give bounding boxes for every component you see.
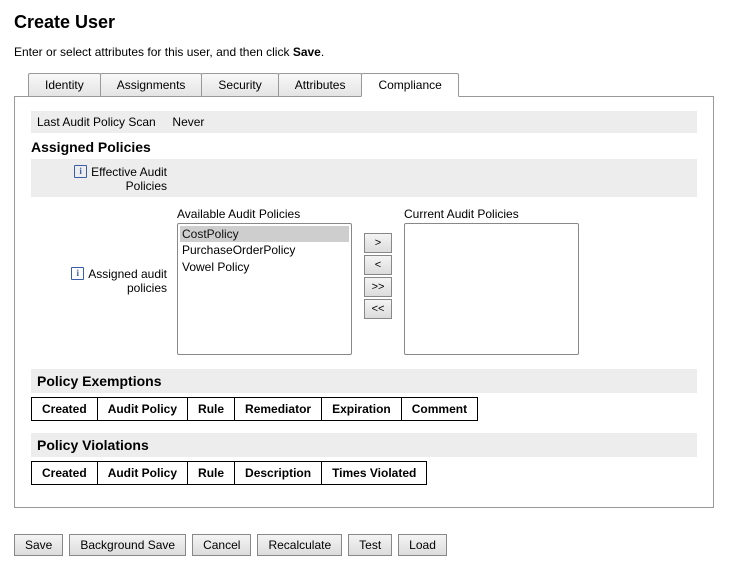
list-item[interactable]: Vowel Policy <box>180 259 349 275</box>
violations-table: CreatedAudit PolicyRuleDescriptionTimes … <box>31 461 427 485</box>
info-icon[interactable] <box>71 267 84 280</box>
column-header: Expiration <box>322 398 402 421</box>
instruction-bold: Save <box>293 45 321 59</box>
violations-heading: Policy Violations <box>31 433 697 457</box>
instruction-prefix: Enter or select attributes for this user… <box>14 45 293 59</box>
list-item[interactable]: PurchaseOrderPolicy <box>180 242 349 258</box>
list-item[interactable]: CostPolicy <box>180 226 349 242</box>
column-header: Rule <box>188 462 235 485</box>
tab-security[interactable]: Security <box>201 73 278 97</box>
save-button[interactable]: Save <box>14 534 63 556</box>
assigned-policies-row: Assigned audit policies Available Audit … <box>31 203 697 359</box>
tab-compliance[interactable]: Compliance <box>361 73 458 97</box>
current-list-label: Current Audit Policies <box>404 207 579 221</box>
exemptions-table: CreatedAudit PolicyRuleRemediatorExpirat… <box>31 397 478 421</box>
assigned-policies-label: Assigned audit policies <box>37 267 177 295</box>
effective-label-line2: Policies <box>126 179 167 193</box>
page-title: Create User <box>14 12 739 33</box>
tab-bar: Identity Assignments Security Attributes… <box>28 73 739 97</box>
assigned-policies-heading: Assigned Policies <box>31 139 697 155</box>
move-add-button[interactable]: > <box>364 233 392 253</box>
assigned-label-line1: Assigned audit <box>88 267 167 281</box>
test-button[interactable]: Test <box>348 534 392 556</box>
column-header: Rule <box>188 398 235 421</box>
exemptions-heading: Policy Exemptions <box>31 369 697 393</box>
effective-label-line1: Effective Audit <box>91 165 167 179</box>
assigned-label-line2: policies <box>127 281 167 295</box>
last-scan-row: Last Audit Policy Scan Never <box>31 111 697 133</box>
info-icon[interactable] <box>74 165 87 178</box>
background-save-button[interactable]: Background Save <box>69 534 186 556</box>
current-policies-list[interactable] <box>404 223 579 355</box>
available-list-label: Available Audit Policies <box>177 207 352 221</box>
cancel-button[interactable]: Cancel <box>192 534 251 556</box>
column-header: Created <box>32 462 98 485</box>
column-header: Description <box>235 462 322 485</box>
move-remove-button[interactable]: < <box>364 255 392 275</box>
recalculate-button[interactable]: Recalculate <box>257 534 342 556</box>
tab-assignments[interactable]: Assignments <box>100 73 203 97</box>
last-scan-label: Last Audit Policy Scan <box>37 115 156 129</box>
effective-policies-label: Effective Audit Policies <box>37 163 177 193</box>
move-remove-all-button[interactable]: << <box>364 299 392 319</box>
column-header: Audit Policy <box>97 462 187 485</box>
column-header: Remediator <box>235 398 322 421</box>
column-header: Created <box>32 398 98 421</box>
move-add-all-button[interactable]: >> <box>364 277 392 297</box>
compliance-panel: Last Audit Policy Scan Never Assigned Po… <box>14 96 714 508</box>
column-header: Times Violated <box>322 462 427 485</box>
tab-identity[interactable]: Identity <box>28 73 101 97</box>
instruction-suffix: . <box>321 45 324 59</box>
column-header: Comment <box>401 398 477 421</box>
footer-buttons: Save Background Save Cancel Recalculate … <box>14 534 739 556</box>
effective-policies-row: Effective Audit Policies <box>31 159 697 197</box>
tab-attributes[interactable]: Attributes <box>278 73 363 97</box>
last-scan-value: Never <box>172 115 204 129</box>
dual-list: Available Audit Policies CostPolicyPurch… <box>177 207 579 355</box>
column-header: Audit Policy <box>97 398 187 421</box>
instruction-text: Enter or select attributes for this user… <box>14 45 739 59</box>
load-button[interactable]: Load <box>398 534 447 556</box>
available-policies-list[interactable]: CostPolicyPurchaseOrderPolicyVowel Polic… <box>177 223 352 355</box>
